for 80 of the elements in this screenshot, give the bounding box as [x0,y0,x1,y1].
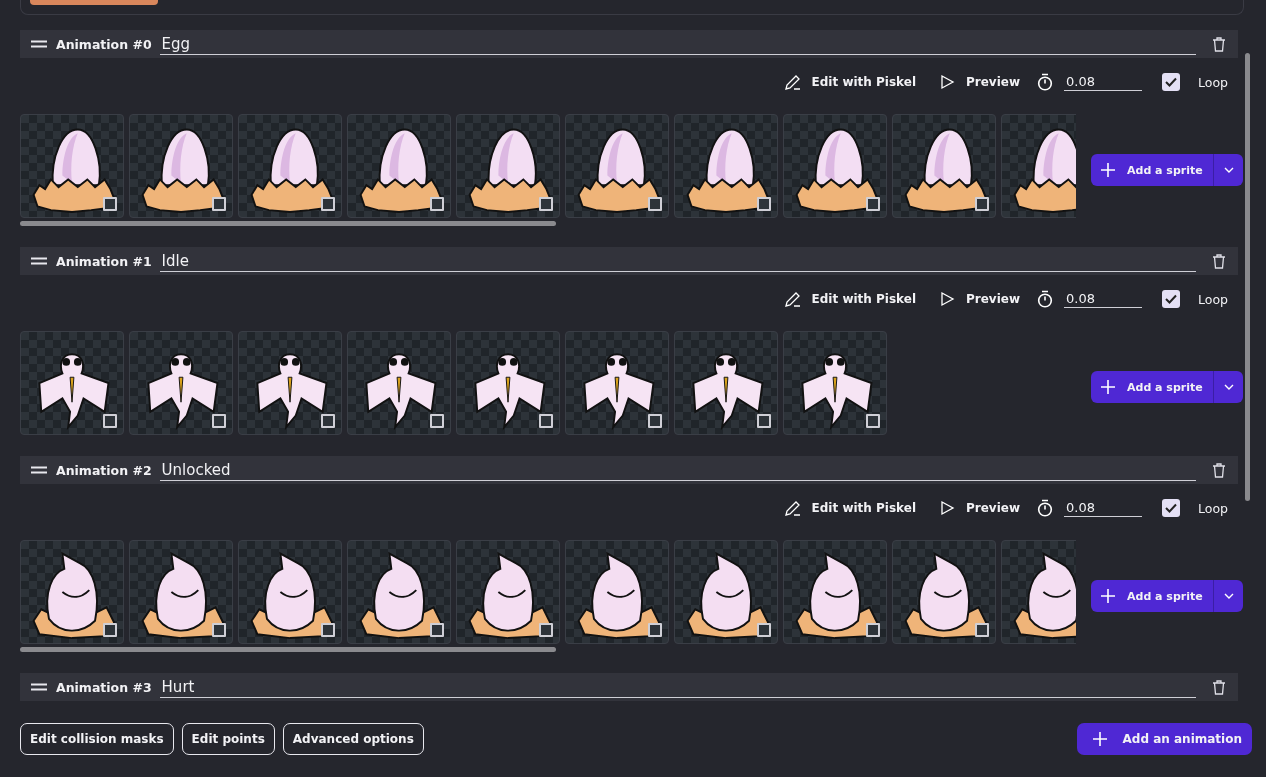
frame-checkbox[interactable] [103,197,117,211]
plus-icon [1099,587,1117,605]
animation-name-field[interactable]: Unlocked [159,459,1196,481]
frame-checkbox[interactable] [430,414,444,428]
chevron-down-icon [1223,384,1234,390]
frame-checkbox[interactable] [866,197,880,211]
edit-with-piskel-button[interactable]: Edit with Piskel [777,69,922,95]
frame-checkbox[interactable] [212,414,226,428]
stopwatch-icon [1036,499,1054,517]
animation-name-field[interactable]: Hurt [159,676,1196,698]
frame-checkbox[interactable] [321,197,335,211]
animation-name-field[interactable]: Idle [159,250,1196,272]
frame-checkbox[interactable] [321,623,335,637]
preview-button[interactable]: Preview [932,286,1026,312]
loop-checkbox[interactable] [1162,499,1180,517]
preview-button[interactable]: Preview [932,69,1026,95]
loop-label: Loop [1198,74,1228,90]
frame-checkbox[interactable] [648,197,662,211]
play-icon [938,499,956,517]
animation-label: Animation #0 [56,36,152,52]
add-animation-button[interactable]: Add an animation [1076,723,1252,755]
animation-label: Animation #2 [56,462,152,478]
loop-checkbox[interactable] [1162,73,1180,91]
trash-icon[interactable] [1210,461,1228,479]
frame-checkbox[interactable] [539,623,553,637]
frame-checkbox[interactable] [866,414,880,428]
drag-handle-icon[interactable] [30,683,48,691]
frame-checkbox[interactable] [321,414,335,428]
preview-button[interactable]: Preview [932,495,1026,521]
stopwatch-icon [1036,290,1054,308]
frame-checkbox[interactable] [212,197,226,211]
horizontal-scrollbar[interactable] [20,221,556,226]
frame-checkbox[interactable] [757,623,771,637]
animation-label: Animation #3 [56,679,152,695]
frame-checkbox[interactable] [430,623,444,637]
pencil-icon [783,73,802,91]
stopwatch-icon [1036,73,1054,91]
frame-checkbox[interactable] [103,414,117,428]
drag-handle-icon[interactable] [30,257,48,265]
frame-checkbox[interactable] [648,623,662,637]
outline-button[interactable]: Advanced options [282,723,424,755]
pencil-icon [783,499,802,517]
trash-icon[interactable] [1210,678,1228,696]
outline-button[interactable]: Edit points [181,723,275,755]
drag-handle-icon[interactable] [30,40,48,48]
drag-handle-icon[interactable] [30,466,48,474]
outline-button[interactable]: Edit collision masks [20,723,174,755]
frame-checkbox[interactable] [975,623,989,637]
plus-icon [1099,378,1117,396]
chevron-down-icon [1223,167,1234,173]
frame-checkbox[interactable] [103,623,117,637]
loop-label: Loop [1198,500,1228,516]
loop-label: Loop [1198,291,1228,307]
vertical-scrollbar[interactable] [1245,53,1250,501]
loop-checkbox[interactable] [1162,290,1180,308]
chevron-down-icon [1223,593,1234,599]
trash-icon[interactable] [1210,35,1228,53]
frame-checkbox[interactable] [757,414,771,428]
animation-label: Animation #1 [56,253,152,269]
duration-field[interactable]: 0.08 [1064,73,1142,91]
plus-icon [1090,730,1109,748]
duration-field[interactable]: 0.08 [1064,290,1142,308]
frame-checkbox[interactable] [212,623,226,637]
frame-checkbox[interactable] [866,623,880,637]
frame-checkbox[interactable] [975,197,989,211]
horizontal-scrollbar[interactable] [20,647,556,652]
frame-checkbox[interactable] [648,414,662,428]
play-icon [938,73,956,91]
duration-field[interactable]: 0.08 [1064,499,1142,517]
animation-name-field[interactable]: Egg [159,33,1196,55]
trash-icon[interactable] [1210,252,1228,270]
frame-checkbox[interactable] [539,414,553,428]
plus-icon [1099,161,1117,179]
frame-checkbox[interactable] [757,197,771,211]
play-icon [938,290,956,308]
edit-with-piskel-button[interactable]: Edit with Piskel [777,495,922,521]
pencil-icon [783,290,802,308]
frame-checkbox[interactable] [430,197,444,211]
edit-with-piskel-button[interactable]: Edit with Piskel [777,286,922,312]
frame-checkbox[interactable] [539,197,553,211]
